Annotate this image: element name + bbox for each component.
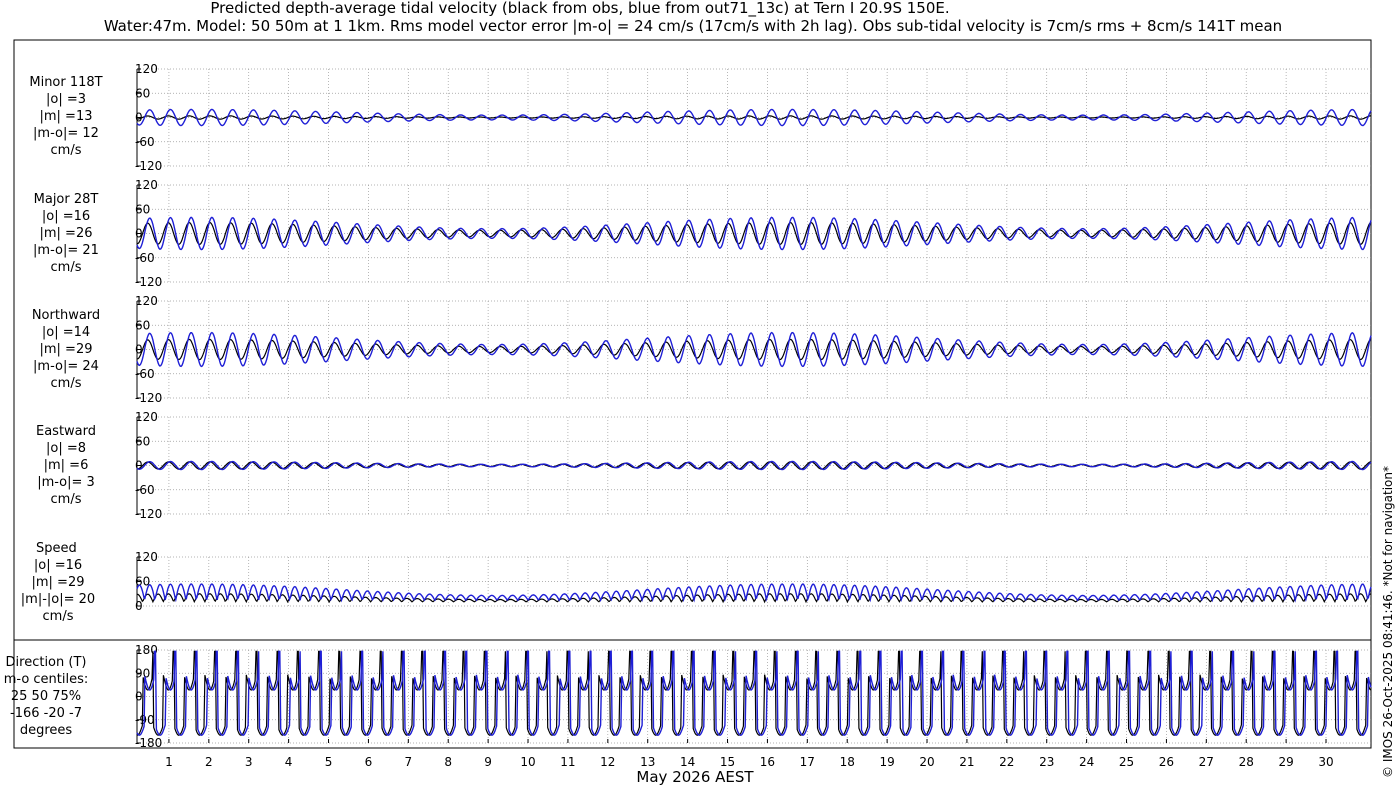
x-tick-label: 24 xyxy=(1079,755,1094,769)
x-tick-label: 5 xyxy=(325,755,333,769)
x-tick-label: 21 xyxy=(959,755,974,769)
y-tick-label: -60 xyxy=(135,135,155,149)
x-tick-label: 18 xyxy=(840,755,855,769)
y-tick-label: -60 xyxy=(135,367,155,381)
x-tick-label: 10 xyxy=(520,755,535,769)
y-tick-label: -120 xyxy=(135,507,162,521)
x-tick-label: 28 xyxy=(1239,755,1254,769)
y-tick-label: 0 xyxy=(135,599,143,613)
copyright-note: © IMOS 26-Oct-2025 08:41:46. *Not for na… xyxy=(1381,466,1395,778)
y-tick-label: 120 xyxy=(135,62,158,76)
x-tick-label: 4 xyxy=(285,755,293,769)
y-tick-label: -180 xyxy=(135,736,162,750)
panel-minor: 120600-60-120 xyxy=(135,62,1372,173)
x-axis-label: May 2026 AEST xyxy=(636,768,754,786)
panel-speed: 120600 xyxy=(135,550,1372,613)
x-tick-label: 7 xyxy=(404,755,412,769)
panel-north: 120600-60-120 xyxy=(135,294,1372,405)
y-tick-label: 120 xyxy=(135,294,158,308)
x-tick-label: 22 xyxy=(999,755,1014,769)
x-tick-label: 29 xyxy=(1278,755,1293,769)
x-tick-label: 1 xyxy=(165,755,173,769)
x-tick-label: 25 xyxy=(1119,755,1134,769)
y-tick-label: 0 xyxy=(135,459,143,473)
x-tick-label: 2 xyxy=(205,755,213,769)
x-tick-label: 3 xyxy=(245,755,253,769)
y-tick-label: -60 xyxy=(135,483,155,497)
y-tick-label: 120 xyxy=(135,550,158,564)
x-tick-label: 6 xyxy=(365,755,373,769)
panel-direction: 180900-90-180 xyxy=(135,643,1372,750)
x-tick-label: 20 xyxy=(919,755,934,769)
panel-major: 120600-60-120 xyxy=(135,178,1372,289)
y-tick-label: 0 xyxy=(135,690,143,704)
x-tick-label: 9 xyxy=(484,755,492,769)
x-tick-label: 27 xyxy=(1199,755,1214,769)
x-tick-label: 14 xyxy=(680,755,695,769)
y-tick-label: -120 xyxy=(135,275,162,289)
y-tick-label: -60 xyxy=(135,251,155,265)
x-tick-label: 17 xyxy=(800,755,815,769)
x-tick-label: 15 xyxy=(720,755,735,769)
upper-frame xyxy=(13,39,1372,641)
y-tick-label: -120 xyxy=(135,159,162,173)
x-tick-label: 12 xyxy=(600,755,615,769)
panel-east: 120600-60-120 xyxy=(135,410,1372,521)
x-tick-label: 30 xyxy=(1318,755,1333,769)
chart-canvas: 120600-60-120120600-60-120120600-60-1201… xyxy=(13,39,1372,769)
x-tick-label: 16 xyxy=(760,755,775,769)
x-tick-label: 23 xyxy=(1039,755,1054,769)
y-tick-label: 120 xyxy=(135,410,158,424)
x-tick-label: 26 xyxy=(1159,755,1174,769)
x-tick-label: 11 xyxy=(560,755,575,769)
y-tick-label: 0 xyxy=(135,343,143,357)
x-tick-label: 8 xyxy=(444,755,452,769)
y-tick-label: -120 xyxy=(135,391,162,405)
x-tick-label: 13 xyxy=(640,755,655,769)
y-tick-label: 120 xyxy=(135,178,158,192)
x-tick-label: 19 xyxy=(879,755,894,769)
